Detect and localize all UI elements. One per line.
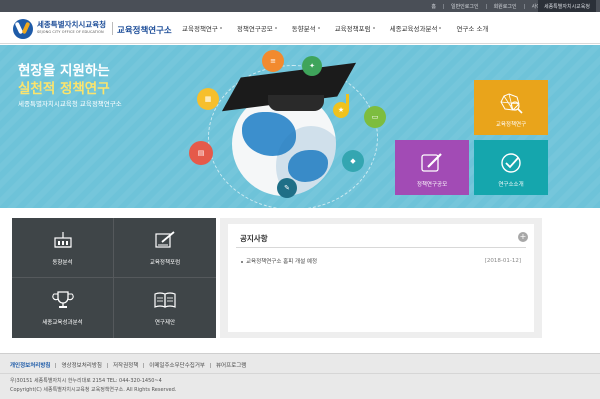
hero-headline: 현장을 지원하는 (18, 63, 110, 79)
pen-icon: ✎ (277, 178, 297, 198)
chart-building-icon (51, 230, 75, 250)
document-icon: ▤ (189, 141, 213, 165)
nav-item-about[interactable]: 연구소 소개 (456, 23, 488, 33)
quick-item-proposal[interactable]: 연구제안 (114, 278, 216, 338)
footer-link-privacy[interactable]: 개인정보처리방침 (10, 361, 50, 369)
nav-dot-icon (219, 27, 222, 29)
institute-name[interactable]: 교육정책연구소 (117, 24, 172, 36)
graduation-cap-body (268, 95, 324, 111)
notice-item-title-wrap: 교육정책연구소 홈피 개설 예정 (241, 257, 317, 265)
open-book-icon (153, 290, 177, 310)
footer-divider (55, 362, 57, 368)
tile-research-contest[interactable]: 정책연구공모 (395, 140, 469, 195)
nav-item-label: 세종교육성과분석 (389, 25, 438, 33)
header-divider (112, 22, 113, 35)
school-icon: ▦ (197, 88, 219, 110)
utility-link-guest-login[interactable]: 일반인로그인 (451, 3, 479, 10)
footer-address: 우)30151 세종특별자치시 한누리대로 2154 TEL: 044-320-… (10, 378, 162, 384)
utility-links: 홈 일반인로그인 회원로그인 사이트맵 (431, 0, 550, 12)
edit-pencil-icon (419, 152, 445, 174)
notice-item-title[interactable]: 교육정책연구소 홈피 개설 예정 (246, 259, 317, 265)
nav-item-outcome[interactable]: 세종교육성과분석 (390, 23, 442, 33)
nav-item-label: 연구소 소개 (456, 25, 489, 33)
tile-label: 정책연구공모 (416, 182, 448, 188)
network-magnifier-icon (498, 92, 524, 114)
footer-link-email-refusal[interactable]: 이메일주소무단수집거부 (149, 361, 205, 369)
footer-divider (143, 362, 145, 368)
notice-more-button[interactable]: + (518, 232, 528, 242)
notice-panel: 공지사항 + 교육정책연구소 홈피 개설 예정 [2018-01-12] (220, 218, 542, 338)
footer-copyright: Copyright(C) 세종특별자치시교육청 교육정책연구소. All Rig… (10, 387, 177, 393)
utility-divider (523, 3, 525, 9)
nav-item-trend[interactable]: 동향분석 (292, 23, 320, 33)
notice-item[interactable]: 교육정책연구소 홈피 개설 예정 [2018-01-12] (241, 257, 521, 265)
quick-item-label: 세종교육성과분석 (42, 320, 83, 326)
footer-divider-line (0, 373, 600, 374)
notice-title: 공지사항 (240, 234, 268, 243)
quick-item-label: 교육정책포럼 (149, 259, 181, 266)
check-circle-icon (498, 152, 524, 174)
footer-link-video-privacy[interactable]: 영상정보처리방침 (61, 361, 101, 369)
notice-divider (236, 247, 526, 248)
site-select-button[interactable]: 세종특별자치시교육청 (537, 0, 596, 12)
quick-item-label: 동향분석 (52, 259, 73, 266)
nav-item-label: 동향분석 (291, 25, 316, 33)
footer-divider (209, 362, 211, 368)
footer-links: 개인정보처리방침 영상정보처리방침 저작권정책 이메일주소무단수집거부 뷰어프로… (10, 361, 246, 369)
bullet-icon (241, 260, 243, 263)
quick-item-label: 연구제안 (154, 320, 176, 326)
nav-item-label: 정책연구공모 (236, 25, 273, 33)
tile-label: 교육정책연구 (495, 122, 527, 128)
presentation-icon: ▭ (364, 106, 386, 128)
nav-item-policy-research[interactable]: 교육정책연구 (182, 23, 222, 33)
nav-item-label: 교육정책연구 (182, 25, 218, 33)
quick-item-forum[interactable]: 교육정책포럼 (114, 218, 216, 278)
nav-dot-icon (439, 27, 442, 29)
star-icon: ★ (333, 102, 349, 118)
quick-menu: 동향분석 교육정책포럼 세종교육성과분석 연구제안 (12, 218, 216, 338)
hero-subtitle: 세종특별자치시교육청 교육정책연구소 (18, 100, 122, 108)
notice-box: 공지사항 + 교육정책연구소 홈피 개설 예정 [2018-01-12] (228, 224, 534, 332)
notice-item-date: [2018-01-12] (484, 258, 521, 264)
pencil-note-icon (153, 230, 177, 250)
graduate-icon: ◆ (342, 150, 364, 172)
footer-link-viewer[interactable]: 뷰어프로그램 (216, 361, 246, 369)
nav-item-forum[interactable]: 교육정책포럼 (335, 23, 375, 33)
logo-icon[interactable] (13, 19, 33, 39)
tile-label: 연구소소개 (498, 182, 524, 188)
tile-institute-intro[interactable]: 연구소소개 (474, 140, 548, 195)
hero-headline-accent: 실천적 정책연구 (18, 81, 110, 97)
nav-dot-icon (317, 27, 320, 29)
nav-item-research-contest[interactable]: 정책연구공모 (237, 23, 277, 33)
quick-item-outcome[interactable]: 세종교육성과분석 (12, 278, 114, 338)
nav-dot-icon (274, 27, 277, 29)
header: 세종특별자치시교육청 SEJONG CITY OFFICE OF EDUCATI… (0, 12, 600, 44)
footer-link-copyright-policy[interactable]: 저작권정책 (113, 361, 138, 369)
utility-link-member-login[interactable]: 회원로그인 (494, 3, 517, 10)
org-name[interactable]: 세종특별자치시교육청 (37, 19, 106, 30)
utility-divider (485, 3, 487, 9)
utility-link-home[interactable]: 홈 (431, 3, 436, 10)
trophy-icon (51, 290, 75, 310)
main-nav: 교육정책연구 정책연구공모 동향분석 교육정책포럼 세종교육성과분석 연구소 소… (182, 12, 488, 44)
org-english-name: SEJONG CITY OFFICE OF EDUCATION (37, 30, 104, 34)
quick-item-trend[interactable]: 동향분석 (12, 218, 114, 278)
tile-policy-research[interactable]: 교육정책연구 (474, 80, 548, 135)
utility-divider (442, 3, 444, 9)
nav-dot-icon (372, 27, 375, 29)
books-icon: ≡ (262, 50, 284, 72)
lightbulb-icon: ✦ (302, 56, 322, 76)
nav-item-label: 교육정책포럼 (334, 25, 371, 33)
footer: 개인정보처리방침 영상정보처리방침 저작권정책 이메일주소무단수집거부 뷰어프로… (0, 353, 600, 399)
footer-divider (106, 362, 108, 368)
utility-bar: 홈 일반인로그인 회원로그인 사이트맵 세종특별자치시교육청 (0, 0, 600, 12)
